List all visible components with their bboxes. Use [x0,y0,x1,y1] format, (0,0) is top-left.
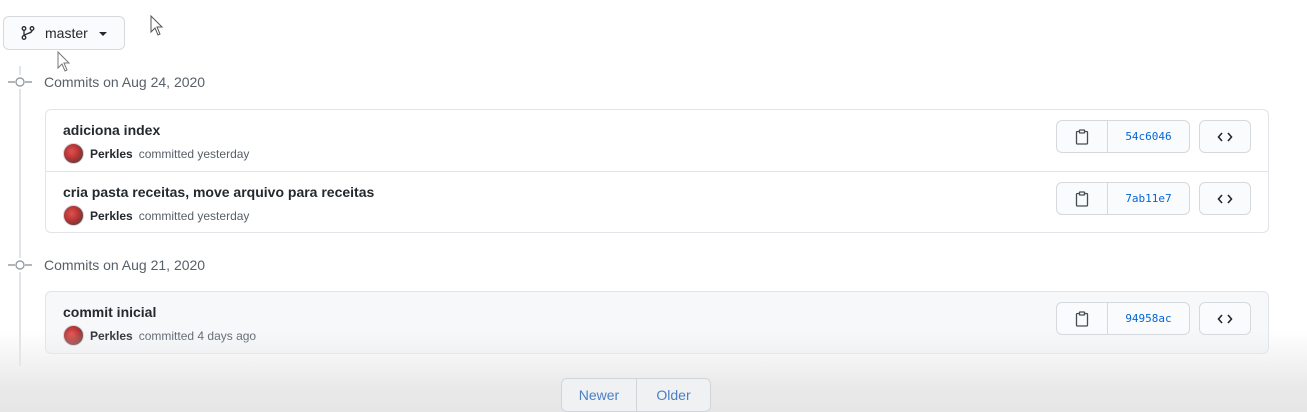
commit-actions: 54c6046 [1056,120,1251,153]
commit-author[interactable]: Perkles [90,147,133,161]
mouse-pointer-icon [150,15,164,36]
commit-time: committed yesterday [138,208,250,223]
commit-group-date: Commits on Aug 21, 2020 [44,257,206,273]
newer-button[interactable]: Newer [562,379,636,411]
commit-time: committed 4 days ago [138,328,257,343]
commit-author[interactable]: Perkles [90,209,133,223]
branch-select-button[interactable]: master [3,16,125,50]
commit-sha-link[interactable]: 94958ac [1108,303,1189,334]
git-branch-icon [21,26,35,40]
commit-meta: Perkles committed yesterday [63,143,249,164]
copy-sha-button[interactable] [1057,183,1108,214]
git-commit-icon [8,258,32,272]
commit-group-header: Commits on Aug 21, 2020 [8,257,205,273]
commit-row: cria pasta receitas, move arquivo para r… [46,171,1268,232]
sha-button-group: 7ab11e7 [1056,182,1190,215]
clipboard-icon [1075,310,1089,327]
commit-meta: Perkles committed 4 days ago [63,325,256,346]
commit-sha-link[interactable]: 54c6046 [1108,121,1189,152]
git-commit-icon [8,75,32,89]
code-icon [1217,313,1233,324]
commit-message-link[interactable]: adiciona index [63,122,160,138]
commit-message-link[interactable]: commit inicial [63,304,156,320]
clipboard-icon [1075,190,1089,207]
copy-sha-button[interactable] [1057,303,1108,334]
commit-row: commit inicial Perkles committed 4 days … [46,292,1268,353]
timeline-line [19,66,21,366]
commit-meta: Perkles committed yesterday [63,205,249,226]
commit-group-date: Commits on Aug 24, 2020 [44,74,206,90]
browse-repo-button[interactable] [1199,120,1251,153]
copy-sha-button[interactable] [1057,121,1108,152]
commit-list: commit inicial Perkles committed 4 days … [45,291,1269,354]
chevron-down-icon [98,32,107,36]
code-icon [1217,131,1233,142]
clipboard-icon [1075,128,1089,145]
commit-sha-link[interactable]: 7ab11e7 [1108,183,1189,214]
commit-list: adiciona index Perkles committed yesterd… [45,109,1269,233]
avatar[interactable] [63,205,84,226]
commit-actions: 94958ac [1056,302,1251,335]
commit-actions: 7ab11e7 [1056,182,1251,215]
mouse-pointer-icon [57,51,71,72]
sha-button-group: 54c6046 [1056,120,1190,153]
browse-repo-button[interactable] [1199,302,1251,335]
commit-message-link[interactable]: cria pasta receitas, move arquivo para r… [63,184,374,200]
code-icon [1217,193,1233,204]
commit-time: committed yesterday [138,146,250,161]
commit-group-header: Commits on Aug 24, 2020 [8,74,205,90]
sha-button-group: 94958ac [1056,302,1190,335]
older-button[interactable]: Older [636,379,710,411]
branch-label: master [45,25,88,41]
pagination: Newer Older [561,378,711,412]
avatar[interactable] [63,143,84,164]
browse-repo-button[interactable] [1199,182,1251,215]
commit-row: adiciona index Perkles committed yesterd… [46,110,1268,171]
avatar[interactable] [63,325,84,346]
commit-author[interactable]: Perkles [90,329,133,343]
